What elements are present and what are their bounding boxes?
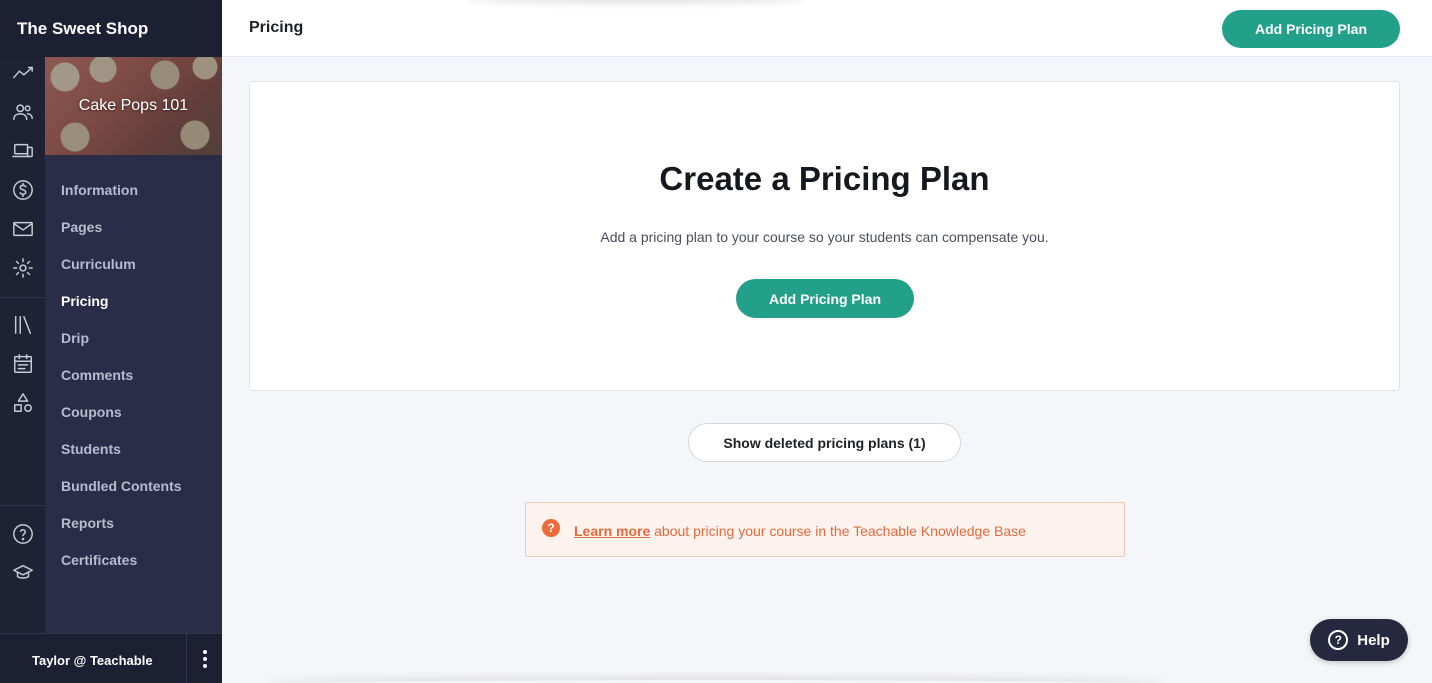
dollar-icon[interactable] — [10, 177, 36, 203]
rail-divider — [0, 505, 45, 506]
school-header[interactable]: The Sweet Shop — [0, 0, 222, 57]
rail-divider — [0, 297, 45, 298]
learn-more-link[interactable]: Learn more — [574, 523, 650, 539]
sidebar-item-drip[interactable]: Drip — [61, 330, 89, 346]
graduation-cap-icon[interactable] — [10, 560, 36, 586]
add-pricing-plan-button[interactable]: Add Pricing Plan — [736, 279, 914, 318]
sidebar-item-students[interactable]: Students — [61, 441, 121, 457]
calendar-icon[interactable] — [10, 351, 36, 377]
library-icon[interactable] — [10, 312, 36, 338]
page-title: Pricing — [249, 19, 304, 36]
sidebar-item-bundled-contents[interactable]: Bundled Contents — [61, 478, 182, 494]
sidebar-item-coupons[interactable]: Coupons — [61, 404, 122, 420]
knowledge-base-notice: ? Learn more about pricing your course i… — [525, 502, 1125, 557]
question-icon: ? — [542, 519, 560, 537]
notice-message: about pricing your course in the Teachab… — [650, 523, 1026, 539]
user-bar: Taylor @ Teachable — [0, 633, 222, 683]
empty-state-card: Create a Pricing Plan Add a pricing plan… — [249, 81, 1400, 391]
help-question-icon: ? — [1328, 630, 1349, 650]
help-button[interactable]: ? Help — [1310, 619, 1408, 661]
sidebar-item-pages[interactable]: Pages — [61, 219, 102, 235]
empty-state-heading: Create a Pricing Plan — [659, 160, 990, 197]
add-pricing-plan-header-button[interactable]: Add Pricing Plan — [1222, 10, 1400, 48]
devices-icon[interactable] — [10, 138, 36, 164]
school-name[interactable]: The Sweet Shop — [17, 19, 148, 39]
sidebar-item-curriculum[interactable]: Curriculum — [61, 256, 136, 272]
sidebar-item-certificates[interactable]: Certificates — [61, 552, 137, 568]
sidebar-item-comments[interactable]: Comments — [61, 367, 133, 383]
sidebar-item-reports[interactable]: Reports — [61, 515, 114, 531]
sidebar: The Sweet Shop Cake Pops 101 Information… — [0, 0, 222, 683]
more-options-icon[interactable] — [196, 648, 214, 670]
empty-state-description: Add a pricing plan to your course so you… — [600, 229, 1049, 245]
help-icon[interactable] — [10, 521, 36, 547]
sidebar-item-pricing[interactable]: Pricing — [61, 293, 108, 309]
notice-text: Learn more about pricing your course in … — [574, 523, 1026, 539]
show-deleted-plans-button[interactable]: Show deleted pricing plans (1) — [688, 423, 961, 462]
sidebar-item-information[interactable]: Information — [61, 182, 138, 198]
top-bar: Pricing Add Pricing Plan — [222, 0, 1432, 57]
users-icon[interactable] — [10, 99, 36, 125]
shapes-icon[interactable] — [10, 390, 36, 416]
icon-rail — [0, 57, 45, 633]
course-title[interactable]: Cake Pops 101 — [45, 57, 222, 155]
settings-icon[interactable] — [10, 255, 36, 281]
mail-icon[interactable] — [10, 216, 36, 242]
user-divider — [186, 634, 187, 683]
user-name[interactable]: Taylor @ Teachable — [32, 653, 153, 668]
trend-icon[interactable] — [10, 60, 36, 86]
course-panel: Cake Pops 101 Information Pages Curricul… — [45, 57, 222, 633]
help-label: Help — [1357, 631, 1390, 649]
